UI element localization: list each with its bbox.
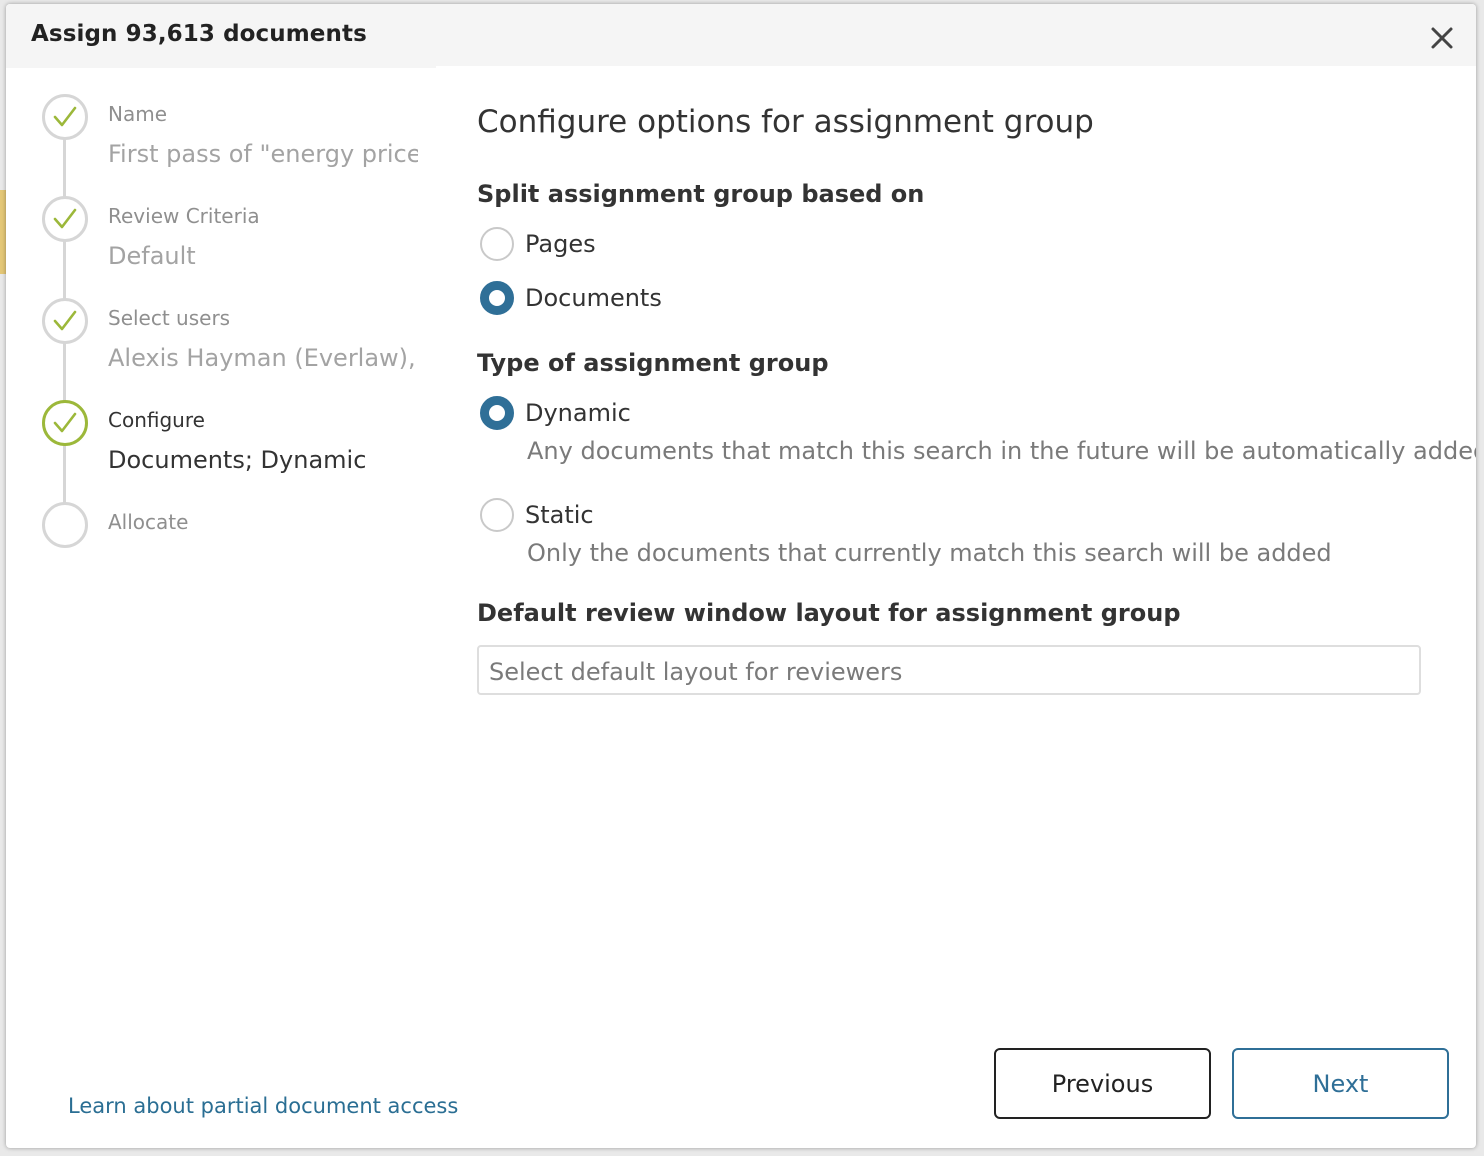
check-icon <box>53 310 77 331</box>
radio-label: Static <box>525 501 594 529</box>
dialog-header: Assign 93,613 documents <box>6 4 1476 68</box>
radio-label: Pages <box>525 230 596 258</box>
step-label: Name <box>108 102 168 126</box>
radio-documents[interactable]: Documents <box>480 281 662 315</box>
radio-button[interactable] <box>480 227 514 261</box>
check-icon <box>53 412 77 433</box>
close-icon[interactable] <box>1426 22 1458 54</box>
partial-access-link[interactable]: Learn about partial document access <box>68 1094 458 1118</box>
layout-select-placeholder: Select default layout for reviewers <box>489 658 903 686</box>
step-value: First pass of "energy price... <box>108 140 418 168</box>
layout-select[interactable]: Select default layout for reviewers <box>477 645 1421 695</box>
radio-button-selected[interactable] <box>480 396 514 430</box>
split-heading: Split assignment group based on <box>477 180 925 208</box>
step-label: Select users <box>108 306 231 330</box>
dialog-title: Assign 93,613 documents <box>31 21 367 47</box>
step-connector <box>63 240 66 304</box>
radio-dynamic[interactable]: Dynamic <box>480 396 631 430</box>
next-button[interactable]: Next <box>1232 1048 1449 1119</box>
radio-button[interactable] <box>480 498 514 532</box>
radio-static[interactable]: Static <box>480 498 594 532</box>
step-complete-circle <box>42 298 88 344</box>
step-label: Configure <box>108 408 205 432</box>
step-pending-circle <box>42 502 88 548</box>
assign-dialog: Assign 93,613 documents Name First pass … <box>6 4 1476 1148</box>
step-complete-circle <box>42 94 88 140</box>
layout-heading: Default review window layout for assignm… <box>477 599 1181 627</box>
radio-pages[interactable]: Pages <box>480 227 596 261</box>
type-heading: Type of assignment group <box>477 349 829 377</box>
check-icon <box>53 106 77 127</box>
check-icon <box>53 208 77 229</box>
radio-button-selected[interactable] <box>480 281 514 315</box>
step-value: Documents; Dynamic <box>108 446 367 474</box>
step-current-circle <box>42 400 88 446</box>
step-label: Review Criteria <box>108 204 260 228</box>
step-value: Default <box>108 242 196 270</box>
radio-label: Dynamic <box>525 399 631 427</box>
section-title: Configure options for assignment group <box>477 104 1094 140</box>
step-connector <box>63 138 66 202</box>
previous-button[interactable]: Previous <box>994 1048 1211 1119</box>
radio-label: Documents <box>525 284 662 312</box>
radio-description: Only the documents that currently match … <box>527 539 1332 567</box>
header-divider <box>436 66 1476 70</box>
step-complete-circle <box>42 196 88 242</box>
step-label: Allocate <box>108 510 189 534</box>
step-value: Alexis Hayman (Everlaw), ... <box>108 344 418 372</box>
step-connector <box>63 444 66 508</box>
step-connector <box>63 342 66 406</box>
radio-description: Any documents that match this search in … <box>527 437 1476 465</box>
